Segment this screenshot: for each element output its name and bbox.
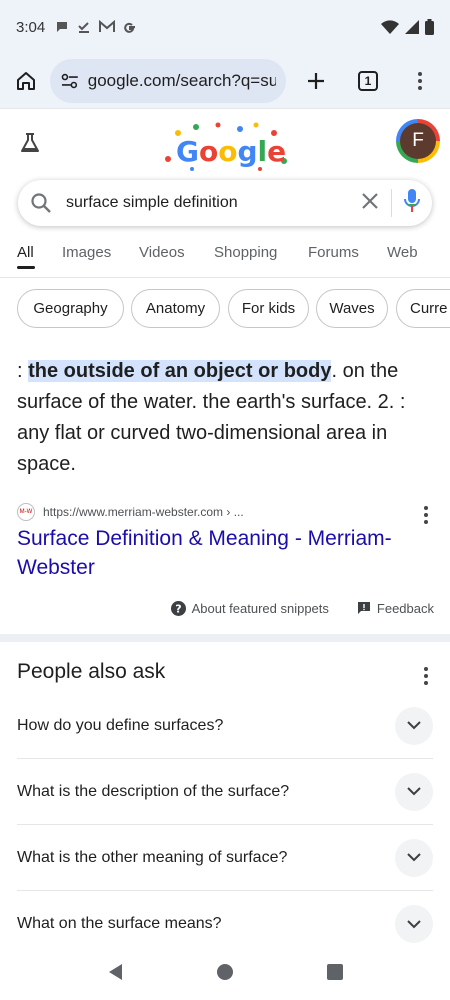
google-header: Google F — [0, 108, 450, 180]
people-also-ask-title: People also ask — [17, 660, 166, 683]
feedback-label: Feedback — [376, 600, 434, 616]
active-tab-indicator — [17, 266, 35, 269]
clear-search-button[interactable] — [361, 192, 379, 215]
microphone-icon — [404, 188, 420, 212]
chevron-down-icon — [407, 919, 421, 928]
chip-anatomy[interactable]: Anatomy — [131, 289, 220, 328]
paa-question-text: What is the description of the surface? — [17, 782, 290, 800]
chip-current[interactable]: Curre — [396, 289, 450, 328]
battery-icon — [425, 19, 434, 35]
source-url: https://www.merriam-webster.com › ... — [43, 505, 244, 519]
home-circle-icon — [217, 963, 233, 980]
signal-icon — [405, 20, 419, 34]
chat-bubble-icon — [57, 22, 68, 32]
search-input[interactable]: surface simple definition — [66, 194, 361, 212]
feedback-icon — [357, 602, 370, 614]
home-nav-button[interactable] — [217, 963, 233, 985]
snippet-source[interactable]: M-W https://www.merriam-webster.com › ..… — [17, 500, 437, 524]
search-tabs: All Images Videos Shopping Forums Web — [0, 236, 450, 278]
plus-icon — [308, 73, 324, 89]
search-icon — [31, 193, 51, 213]
paa-question[interactable]: What is the other meaning of surface? — [17, 825, 433, 891]
system-nav-bar — [0, 948, 450, 1000]
section-divider — [0, 634, 450, 642]
home-button[interactable] — [8, 63, 44, 99]
google-doodle-logo[interactable]: Google — [156, 119, 296, 175]
chevron-down-icon — [407, 787, 421, 796]
wifi-icon — [381, 20, 399, 34]
snippet-highlight: the outside of an object or body — [28, 360, 332, 382]
about-featured-snippets-link[interactable]: ? About featured snippets — [170, 600, 329, 616]
status-bar: 3:04 — [0, 0, 450, 54]
paa-question-text: How do you define surfaces? — [17, 716, 224, 734]
search-divider — [391, 189, 392, 217]
tab-all[interactable]: All — [17, 244, 34, 261]
recents-square-icon — [327, 963, 343, 980]
tab-web[interactable]: Web — [387, 244, 418, 261]
address-bar[interactable]: google.com/search?q=su — [50, 59, 286, 103]
site-settings-icon — [61, 73, 78, 89]
about-featured-snippets-label: About featured snippets — [191, 600, 329, 616]
chip-waves[interactable]: Waves — [316, 289, 388, 328]
result-more-options-icon[interactable] — [424, 506, 428, 524]
url-text: google.com/search?q=su — [87, 71, 276, 90]
snippet-prefix: : — [17, 360, 29, 382]
tab-forums[interactable]: Forums — [308, 244, 359, 261]
merriam-webster-favicon: M-W — [17, 503, 35, 521]
expand-button[interactable] — [395, 838, 433, 877]
featured-snippet-text: : the outside of an object or body. on t… — [17, 356, 437, 480]
browser-toolbar: google.com/search?q=su 1 — [0, 54, 450, 108]
feedback-link[interactable]: Feedback — [357, 601, 434, 616]
flask-icon — [21, 133, 39, 152]
expand-button[interactable] — [395, 706, 433, 745]
chevron-down-icon — [407, 721, 421, 730]
result-title-link[interactable]: Surface Definition & Meaning - Merriam-W… — [17, 524, 427, 582]
help-circle-icon: ? — [170, 600, 186, 616]
chip-for-kids[interactable]: For kids — [228, 289, 309, 328]
labs-button[interactable] — [18, 131, 42, 160]
home-icon — [17, 72, 35, 90]
paa-question[interactable]: How do you define surfaces? — [17, 693, 433, 759]
paa-more-options-icon[interactable] — [424, 667, 428, 685]
tab-shopping[interactable]: Shopping — [214, 244, 277, 261]
search-box[interactable]: surface simple definition — [18, 180, 432, 226]
paa-question[interactable]: What is the description of the surface? — [17, 759, 433, 825]
expand-button[interactable] — [395, 772, 433, 811]
paa-question-text: What is the other meaning of surface? — [17, 848, 288, 866]
snippet-footer: ? About featured snippets Feedback — [170, 598, 434, 618]
avatar-letter: F — [400, 123, 436, 159]
back-button[interactable] — [107, 963, 123, 986]
expand-button[interactable] — [395, 905, 433, 943]
svg-text:Google: Google — [176, 135, 286, 168]
account-avatar[interactable]: F — [396, 119, 440, 163]
tab-images[interactable]: Images — [62, 244, 111, 261]
tab-switcher-button[interactable]: 1 — [350, 63, 386, 99]
svg-text:?: ? — [175, 602, 181, 615]
back-triangle-icon — [109, 963, 122, 980]
refinement-chips: Geography Anatomy For kids Waves Curre — [0, 289, 450, 331]
status-time: 3:04 — [16, 18, 46, 36]
close-icon — [362, 192, 378, 209]
tab-videos[interactable]: Videos — [139, 244, 185, 261]
chevron-down-icon — [407, 853, 421, 862]
chip-geography[interactable]: Geography — [17, 289, 124, 328]
new-tab-button[interactable] — [298, 63, 334, 99]
recents-button[interactable] — [327, 963, 343, 985]
google-g-icon — [124, 22, 136, 33]
browser-menu-button[interactable] — [402, 63, 438, 99]
gmail-icon — [99, 20, 116, 32]
voice-search-button[interactable] — [404, 188, 420, 219]
paa-question-text: What on the surface means? — [17, 915, 222, 932]
download-check-icon — [78, 22, 90, 33]
tab-count: 1 — [358, 71, 378, 91]
more-vert-icon — [418, 72, 422, 90]
